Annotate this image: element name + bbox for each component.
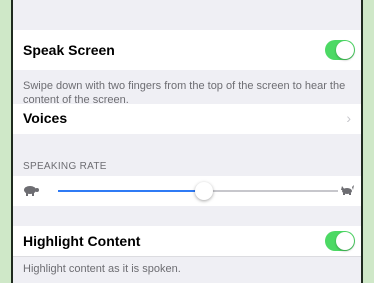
speaking-rate-slider-row xyxy=(13,176,361,206)
toggle-knob xyxy=(336,41,354,59)
hare-icon xyxy=(341,185,354,195)
speak-screen-description: Swipe down with two fingers from the top… xyxy=(23,80,346,106)
highlight-content-description: Highlight content as it is spoken. xyxy=(23,263,181,275)
speaking-rate-header: SPEAKING RATE xyxy=(23,161,107,172)
speak-screen-label: Speak Screen xyxy=(23,42,115,58)
slider-fill xyxy=(58,190,204,192)
speech-settings-panel: Speak Screen Swipe down with two fingers… xyxy=(11,0,363,283)
highlight-content-toggle[interactable] xyxy=(325,231,355,251)
highlight-content-label: Highlight Content xyxy=(23,233,141,249)
divider xyxy=(13,256,361,257)
voices-row[interactable]: Voices › xyxy=(13,104,361,134)
highlight-content-row: Highlight Content xyxy=(13,226,361,256)
speak-screen-toggle[interactable] xyxy=(325,40,355,60)
speaking-rate-slider[interactable] xyxy=(58,182,338,200)
toggle-knob xyxy=(336,232,354,250)
speak-screen-row: Speak Screen xyxy=(13,30,361,70)
voices-label: Voices xyxy=(23,110,68,126)
turtle-icon xyxy=(24,186,39,196)
slider-thumb[interactable] xyxy=(194,182,213,200)
chevron-right-icon: › xyxy=(346,110,351,126)
